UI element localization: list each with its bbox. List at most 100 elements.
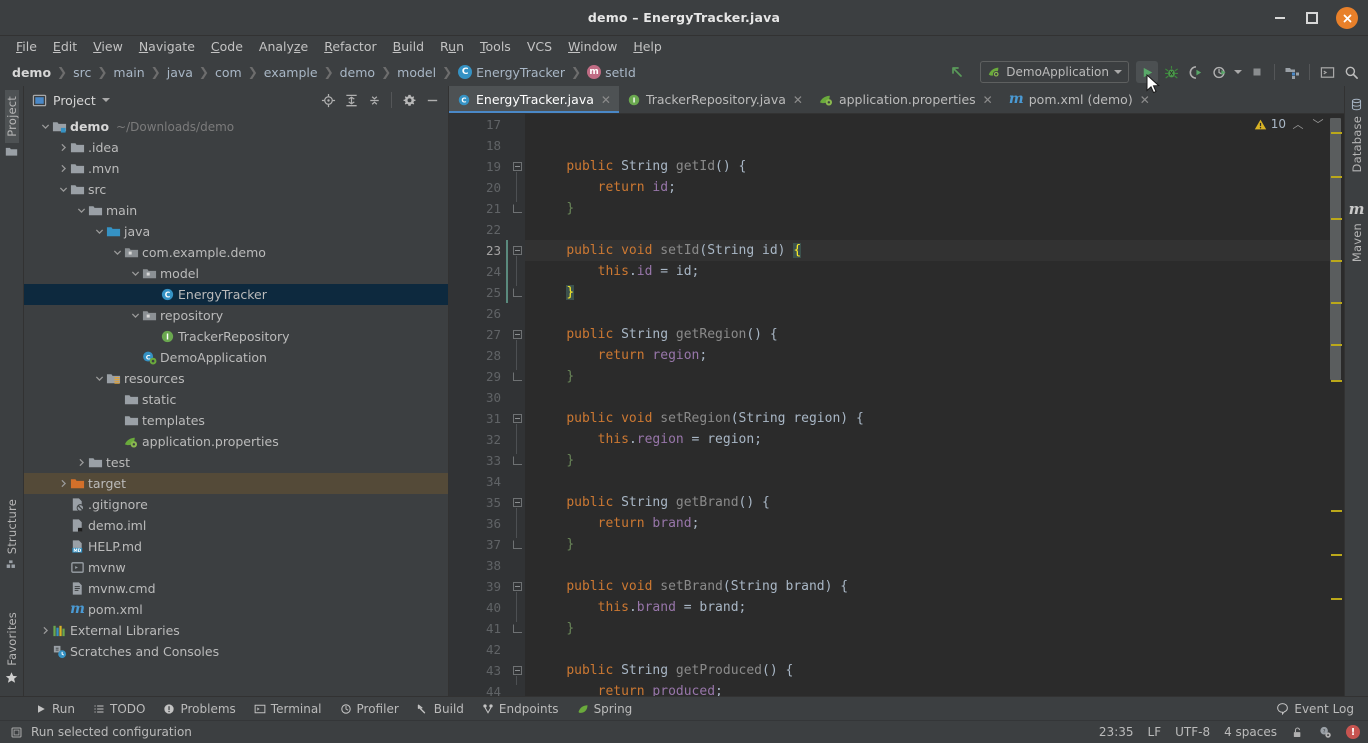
- sidebar-item-structure[interactable]: Structure: [5, 493, 19, 576]
- chevron-right-icon[interactable]: [56, 162, 70, 176]
- warning-marker[interactable]: [1331, 598, 1342, 600]
- tree-node-java[interactable]: java: [24, 221, 448, 242]
- breadcrumb-item-src[interactable]: src: [71, 65, 93, 80]
- arrow-up-left-icon[interactable]: [946, 61, 968, 83]
- warning-marker[interactable]: [1331, 176, 1342, 178]
- breadcrumb-item-main[interactable]: main: [111, 65, 146, 80]
- menu-item-refactor[interactable]: Refactor: [316, 36, 384, 58]
- code-line[interactable]: [525, 303, 1330, 324]
- code-line[interactable]: public String getId() {: [525, 156, 1330, 177]
- fold-collapse-icon[interactable]: [509, 324, 525, 345]
- run-configuration-selector[interactable]: DemoApplication: [980, 61, 1129, 83]
- bottom-tool-run[interactable]: Run: [26, 697, 84, 721]
- menu-item-navigate[interactable]: Navigate: [131, 36, 203, 58]
- tree-node-scratches-and-consoles[interactable]: Scratches and Consoles: [24, 641, 448, 662]
- expand-all-icon[interactable]: [341, 90, 361, 110]
- fold-end-icon[interactable]: [509, 450, 525, 471]
- menu-item-help[interactable]: Help: [625, 36, 670, 58]
- fold-end-icon[interactable]: [509, 366, 525, 387]
- code-line[interactable]: public void setId(String id) {: [525, 240, 1330, 261]
- chevron-down-icon[interactable]: [74, 204, 88, 218]
- menu-item-tools[interactable]: Tools: [472, 36, 519, 58]
- code-line[interactable]: }: [525, 450, 1330, 471]
- fold-collapse-icon[interactable]: [509, 660, 525, 681]
- close-tab-icon[interactable]: ✕: [1140, 93, 1150, 107]
- chevron-down-icon[interactable]: [38, 120, 52, 134]
- code-line[interactable]: [525, 639, 1330, 660]
- code-line[interactable]: public String getRegion() {: [525, 324, 1330, 345]
- tree-node-resources[interactable]: resources: [24, 368, 448, 389]
- chevron-down-icon[interactable]: [56, 183, 70, 197]
- warning-marker[interactable]: [1331, 510, 1342, 512]
- warning-marker[interactable]: [1331, 380, 1342, 382]
- chevron-right-icon[interactable]: [56, 477, 70, 491]
- chevron-right-icon[interactable]: [38, 624, 52, 638]
- tree-node--idea[interactable]: .idea: [24, 137, 448, 158]
- code-line[interactable]: public String getBrand() {: [525, 492, 1330, 513]
- editor-tab-energytracker-java[interactable]: C EnergyTracker.java ✕: [449, 86, 619, 113]
- editor-tab-pom-xml-demo-[interactable]: m pom.xml (demo) ✕: [1001, 86, 1158, 113]
- breadcrumb-item-com[interactable]: com: [213, 65, 244, 80]
- locate-icon[interactable]: [318, 90, 338, 110]
- error-badge-icon[interactable]: !: [1346, 725, 1360, 739]
- code-line[interactable]: }: [525, 282, 1330, 303]
- tree-node-repository[interactable]: repository: [24, 305, 448, 326]
- tree-node--mvn[interactable]: .mvn: [24, 158, 448, 179]
- editor-gutter[interactable]: 17 18 19 20 21 22 23 24 25 26 27 28 29 30 31 32 33 34 35 36…: [449, 114, 509, 699]
- search-icon[interactable]: [1340, 61, 1362, 83]
- tree-node-pom-xml[interactable]: m pom.xml: [24, 599, 448, 620]
- menu-item-build[interactable]: Build: [385, 36, 432, 58]
- breadcrumb-item-model[interactable]: model: [395, 65, 438, 80]
- tree-node-src[interactable]: src: [24, 179, 448, 200]
- project-view-chevron-icon[interactable]: [101, 98, 110, 102]
- fold-collapse-icon[interactable]: [509, 240, 525, 261]
- warning-marker[interactable]: [1331, 132, 1342, 134]
- tree-node-target[interactable]: target: [24, 473, 448, 494]
- tree-node-demoapplication[interactable]: C DemoApplication: [24, 347, 448, 368]
- collapse-all-icon[interactable]: [364, 90, 384, 110]
- sidebar-item-maven[interactable]: m Maven: [1349, 194, 1365, 268]
- code-line[interactable]: public void setBrand(String brand) {: [525, 576, 1330, 597]
- tree-node-trackerrepository[interactable]: I TrackerRepository: [24, 326, 448, 347]
- sidebar-item-database[interactable]: Database: [1350, 92, 1364, 178]
- editor-marker-track[interactable]: [1330, 114, 1344, 696]
- run-button[interactable]: [1136, 61, 1158, 83]
- warning-marker[interactable]: [1331, 260, 1342, 262]
- warning-marker[interactable]: [1331, 554, 1342, 556]
- fold-end-icon[interactable]: [509, 198, 525, 219]
- tree-node-main[interactable]: main: [24, 200, 448, 221]
- run-with-coverage-button[interactable]: [1184, 61, 1206, 83]
- project-structure-icon[interactable]: [1281, 61, 1303, 83]
- fold-column[interactable]: [509, 114, 525, 696]
- tree-node-model[interactable]: model: [24, 263, 448, 284]
- minimize-icon[interactable]: [1272, 10, 1288, 26]
- tree-node-com-example-demo[interactable]: com.example.demo: [24, 242, 448, 263]
- bottom-tool-spring[interactable]: Spring: [568, 697, 642, 721]
- tree-node-demo[interactable]: demo ~/Downloads/demo: [24, 116, 448, 137]
- code-line[interactable]: [525, 219, 1330, 240]
- code-line[interactable]: [525, 387, 1330, 408]
- code-line[interactable]: [525, 114, 1330, 135]
- breadcrumb-item-energytracker[interactable]: C EnergyTracker: [456, 65, 567, 80]
- profile-dropdown-arrow[interactable]: [1232, 61, 1244, 83]
- menu-item-vcs[interactable]: VCS: [519, 36, 560, 58]
- tree-node-energytracker[interactable]: C EnergyTracker: [24, 284, 448, 305]
- code-line[interactable]: }: [525, 534, 1330, 555]
- code-line[interactable]: return region;: [525, 345, 1330, 366]
- chevron-down-icon[interactable]: [92, 372, 106, 386]
- debug-button[interactable]: [1160, 61, 1182, 83]
- fold-end-icon[interactable]: [509, 618, 525, 639]
- tree-node-templates[interactable]: templates: [24, 410, 448, 431]
- chevron-down-icon[interactable]: [128, 309, 142, 323]
- code-area[interactable]: public String getId() { return id; } pub…: [525, 114, 1330, 696]
- encoding-widget[interactable]: UTF-8: [1175, 725, 1210, 739]
- menu-item-view[interactable]: View: [85, 36, 131, 58]
- code-line[interactable]: }: [525, 198, 1330, 219]
- unlocked-icon[interactable]: [1291, 726, 1304, 739]
- breadcrumb-item-demo[interactable]: demo: [10, 65, 53, 80]
- close-icon[interactable]: [1336, 7, 1358, 29]
- menu-item-window[interactable]: Window: [560, 36, 625, 58]
- code-line[interactable]: this.brand = brand;: [525, 597, 1330, 618]
- tree-node-test[interactable]: test: [24, 452, 448, 473]
- sidebar-item-favorites[interactable]: Favorites: [5, 606, 19, 690]
